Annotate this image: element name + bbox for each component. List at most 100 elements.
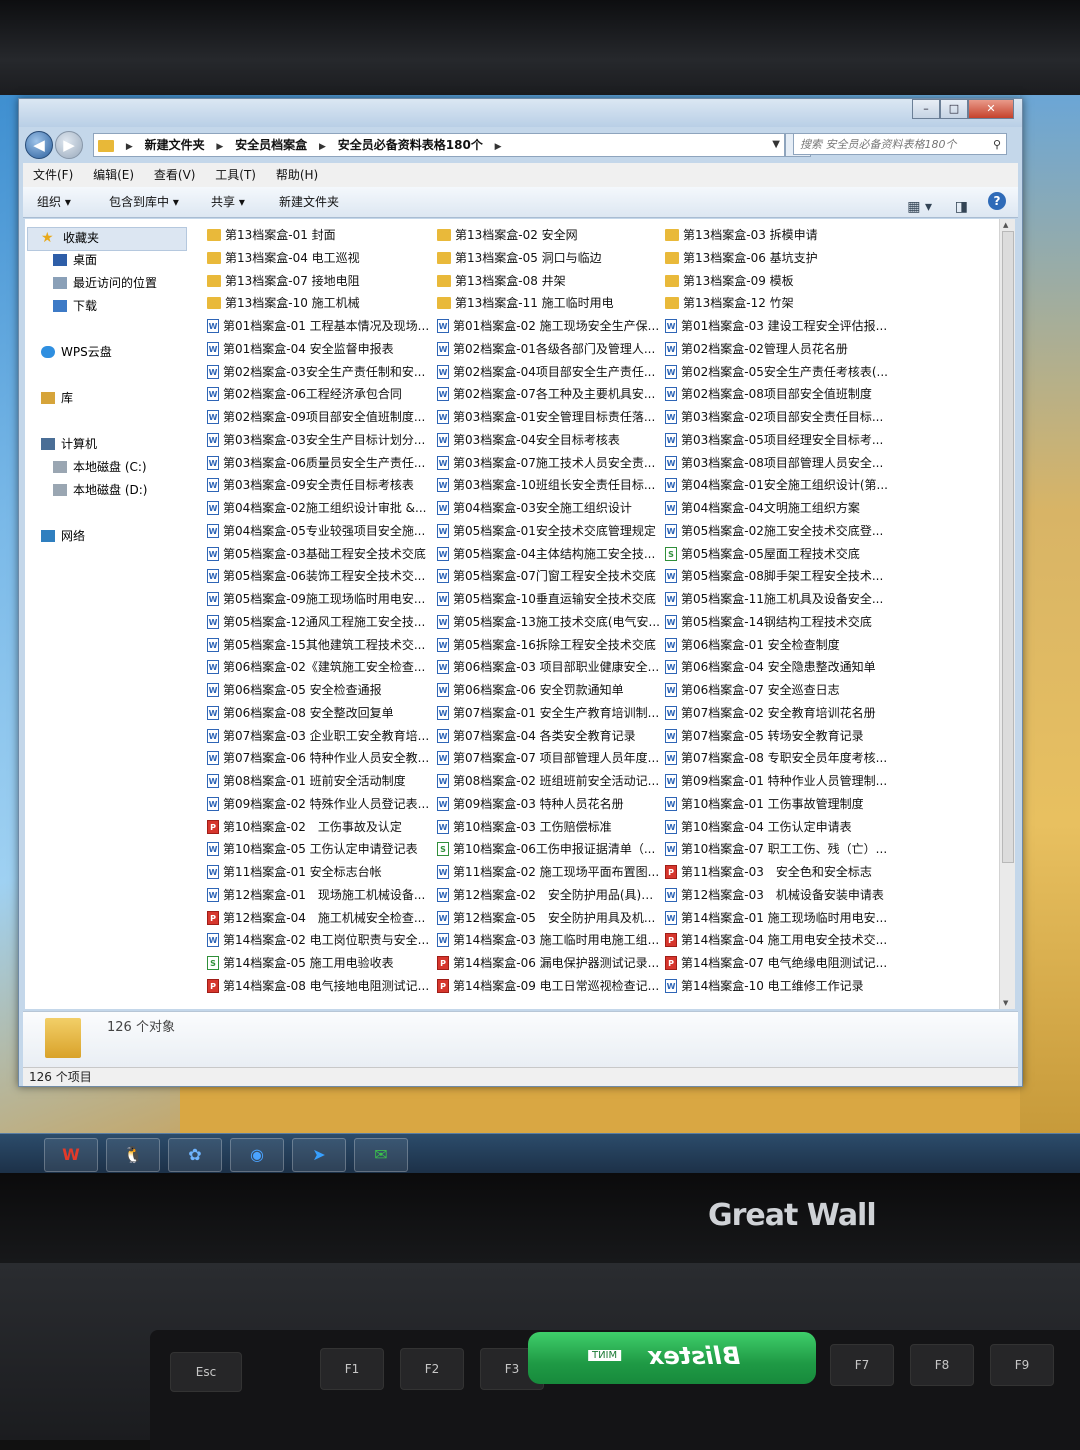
file-item[interactable]: W 第14档案盒-10 电工维修工作记录 bbox=[665, 976, 891, 996]
file-item[interactable]: W 第05档案盒-06装饰工程安全技术交... bbox=[207, 566, 433, 586]
nav-wps-cloud[interactable]: WPS云盘 bbox=[41, 343, 112, 360]
file-item[interactable]: W 第06档案盒-08 安全整改回复单 bbox=[207, 703, 433, 723]
folder-item[interactable]: 第13档案盒-12 竹架 bbox=[665, 293, 891, 313]
folder-item[interactable]: 第13档案盒-09 模板 bbox=[665, 271, 891, 291]
file-item[interactable]: W 第03档案盒-02项目部安全责任目标... bbox=[665, 407, 891, 427]
file-item[interactable]: W 第02档案盒-07各工种及主要机具安... bbox=[437, 384, 663, 404]
file-item[interactable]: W 第07档案盒-08 专职安全员年度考核... bbox=[665, 748, 891, 768]
file-item[interactable]: W 第12档案盒-01 现场施工机械设备... bbox=[207, 885, 433, 905]
file-item[interactable]: P 第11档案盒-03 安全色和安全标志 bbox=[665, 862, 891, 882]
file-item[interactable]: W 第05档案盒-11施工机具及设备安全... bbox=[665, 589, 891, 609]
file-item[interactable]: W 第05档案盒-04主体结构施工安全技... bbox=[437, 544, 663, 564]
file-item[interactable]: W 第03档案盒-05项目经理安全目标考... bbox=[665, 430, 891, 450]
nav-desktop[interactable]: 桌面 bbox=[53, 251, 97, 268]
view-options-icon[interactable]: ▦ ▾ bbox=[907, 192, 932, 222]
share-button[interactable]: 共享 ▾ bbox=[211, 187, 245, 217]
file-item[interactable]: W 第06档案盒-03 项目部职业健康安全... bbox=[437, 657, 663, 677]
wechat-taskbar-icon[interactable]: ✉ bbox=[354, 1138, 408, 1172]
folder-item[interactable]: 第13档案盒-04 电工巡视 bbox=[207, 248, 433, 268]
new-folder-button[interactable]: 新建文件夹 bbox=[279, 187, 339, 217]
file-item[interactable]: W 第10档案盒-07 职工工伤、残（亡）... bbox=[665, 839, 891, 859]
include-library-button[interactable]: 包含到库中 ▾ bbox=[109, 187, 179, 217]
folder-item[interactable]: 第13档案盒-06 基坑支护 bbox=[665, 248, 891, 268]
file-item[interactable]: W 第06档案盒-04 安全隐患整改通知单 bbox=[665, 657, 891, 677]
file-item[interactable]: W 第03档案盒-06质量员安全生产责任... bbox=[207, 453, 433, 473]
nav-libraries[interactable]: 库 bbox=[41, 389, 73, 406]
file-item[interactable]: W 第03档案盒-07施工技术人员安全责... bbox=[437, 453, 663, 473]
file-item[interactable]: W 第07档案盒-07 项目部管理人员年度... bbox=[437, 748, 663, 768]
file-item[interactable]: W 第05档案盒-07门窗工程安全技术交底 bbox=[437, 566, 663, 586]
preview-pane-icon[interactable]: ◨ bbox=[955, 192, 968, 222]
back-button[interactable]: ◀ bbox=[25, 131, 53, 159]
file-item[interactable]: W 第05档案盒-02施工安全技术交底登... bbox=[665, 521, 891, 541]
file-item[interactable]: W 第05档案盒-03基础工程安全技术交底 bbox=[207, 544, 433, 564]
file-item[interactable]: P 第14档案盒-07 电气绝缘电阻测试记... bbox=[665, 953, 891, 973]
file-item[interactable]: W 第07档案盒-03 企业职工安全教育培... bbox=[207, 726, 433, 746]
file-item[interactable]: W 第04档案盒-03安全施工组织设计 bbox=[437, 498, 663, 518]
file-item[interactable]: W 第10档案盒-01 工伤事故管理制度 bbox=[665, 794, 891, 814]
file-item[interactable]: W 第09档案盒-03 特种人员花名册 bbox=[437, 794, 663, 814]
file-item[interactable]: W 第03档案盒-10班组长安全责任目标... bbox=[437, 475, 663, 495]
nav-drive-d[interactable]: 本地磁盘 (D:) bbox=[53, 481, 147, 498]
file-item[interactable]: P 第14档案盒-08 电气接地电阻测试记... bbox=[207, 976, 433, 996]
file-item[interactable]: W 第07档案盒-01 安全生产教育培训制... bbox=[437, 703, 663, 723]
nav-downloads[interactable]: 下载 bbox=[53, 297, 97, 314]
menu-help[interactable]: 帮助(H) bbox=[276, 168, 318, 182]
file-item[interactable]: W 第05档案盒-01安全技术交底管理规定 bbox=[437, 521, 663, 541]
file-item[interactable]: W 第14档案盒-02 电工岗位职责与安全... bbox=[207, 930, 433, 950]
file-item[interactable]: W 第06档案盒-02《建筑施工安全检查... bbox=[207, 657, 433, 677]
file-item[interactable]: W 第05档案盒-15其他建筑工程技术交... bbox=[207, 635, 433, 655]
file-item[interactable]: W 第04档案盒-05专业较强项目安全施... bbox=[207, 521, 433, 541]
file-item[interactable]: W 第02档案盒-02管理人员花名册 bbox=[665, 339, 891, 359]
menu-edit[interactable]: 编辑(E) bbox=[93, 168, 134, 182]
file-item[interactable]: W 第07档案盒-04 各类安全教育记录 bbox=[437, 726, 663, 746]
nav-drive-c[interactable]: 本地磁盘 (C:) bbox=[53, 458, 147, 475]
file-item[interactable]: S 第10档案盒-06工伤申报证据清单（... bbox=[437, 839, 663, 859]
file-item[interactable]: S 第05档案盒-05屋面工程技术交底 bbox=[665, 544, 891, 564]
folder-item[interactable]: 第13档案盒-11 施工临时用电 bbox=[437, 293, 663, 313]
file-item[interactable]: W 第02档案盒-03安全生产责任制和安... bbox=[207, 362, 433, 382]
folder-item[interactable]: 第13档案盒-03 拆模申请 bbox=[665, 225, 891, 245]
file-item[interactable]: W 第03档案盒-01安全管理目标责任落... bbox=[437, 407, 663, 427]
folder-item[interactable]: 第13档案盒-10 施工机械 bbox=[207, 293, 433, 313]
organize-button[interactable]: 组织 ▾ bbox=[37, 187, 71, 217]
file-item[interactable]: W 第02档案盒-06工程经济承包合同 bbox=[207, 384, 433, 404]
file-item[interactable]: W 第02档案盒-01各级各部门及管理人... bbox=[437, 339, 663, 359]
file-item[interactable]: W 第05档案盒-08脚手架工程安全技术... bbox=[665, 566, 891, 586]
file-item[interactable]: W 第05档案盒-16拆除工程安全技术交底 bbox=[437, 635, 663, 655]
file-item[interactable]: P 第10档案盒-02 工伤事故及认定 bbox=[207, 817, 433, 837]
file-item[interactable]: W 第03档案盒-08项目部管理人员安全... bbox=[665, 453, 891, 473]
file-item[interactable]: W 第01档案盒-03 建设工程安全评估报... bbox=[665, 316, 891, 336]
nav-network[interactable]: 网络 bbox=[41, 527, 85, 544]
file-item[interactable]: W 第11档案盒-02 施工现场平面布置图... bbox=[437, 862, 663, 882]
file-item[interactable]: W 第02档案盒-09项目部安全值班制度... bbox=[207, 407, 433, 427]
close-button[interactable]: ✕ bbox=[968, 99, 1014, 119]
file-item[interactable]: P 第14档案盒-04 施工用电安全技术交... bbox=[665, 930, 891, 950]
vertical-scrollbar[interactable]: ▲ ▼ bbox=[999, 219, 1015, 1009]
forward-button[interactable]: ▶ bbox=[55, 131, 83, 159]
file-item[interactable]: W 第07档案盒-05 转场安全教育记录 bbox=[665, 726, 891, 746]
file-item[interactable]: W 第03档案盒-09安全责任目标考核表 bbox=[207, 475, 433, 495]
file-item[interactable]: W 第01档案盒-02 施工现场安全生产保... bbox=[437, 316, 663, 336]
file-item[interactable]: W 第05档案盒-10垂直运输安全技术交底 bbox=[437, 589, 663, 609]
file-item[interactable]: W 第09档案盒-02 特殊作业人员登记表... bbox=[207, 794, 433, 814]
file-item[interactable]: P 第14档案盒-09 电工日常巡视检查记... bbox=[437, 976, 663, 996]
menu-tools[interactable]: 工具(T) bbox=[215, 168, 256, 182]
scroll-up-icon[interactable]: ▲ bbox=[1003, 221, 1008, 229]
file-item[interactable]: W 第03档案盒-03安全生产目标计划分... bbox=[207, 430, 433, 450]
scroll-down-icon[interactable]: ▼ bbox=[1003, 999, 1008, 1007]
file-item[interactable]: W 第12档案盒-02 安全防护用品(具)进... bbox=[437, 885, 663, 905]
file-item[interactable]: W 第10档案盒-05 工伤认定申请登记表 bbox=[207, 839, 433, 859]
file-item[interactable]: W 第02档案盒-04项目部安全生产责任... bbox=[437, 362, 663, 382]
file-item[interactable]: W 第05档案盒-12通风工程施工安全技... bbox=[207, 612, 433, 632]
menu-view[interactable]: 查看(V) bbox=[154, 168, 196, 182]
file-item[interactable]: W 第04档案盒-02施工组织设计审批 &... bbox=[207, 498, 433, 518]
file-item[interactable]: W 第10档案盒-04 工伤认定申请表 bbox=[665, 817, 891, 837]
file-item[interactable]: W 第01档案盒-04 安全监督申报表 bbox=[207, 339, 433, 359]
scrollbar-thumb[interactable] bbox=[1002, 231, 1014, 863]
folder-item[interactable]: 第13档案盒-02 安全网 bbox=[437, 225, 663, 245]
title-bar[interactable]: – □ ✕ bbox=[19, 99, 1022, 127]
file-item[interactable]: W 第02档案盒-05安全生产责任考核表(... bbox=[665, 362, 891, 382]
file-item[interactable]: W 第02档案盒-08项目部安全值班制度 bbox=[665, 384, 891, 404]
breadcrumb-item[interactable]: 安全员必备资料表格180个 bbox=[338, 138, 483, 152]
